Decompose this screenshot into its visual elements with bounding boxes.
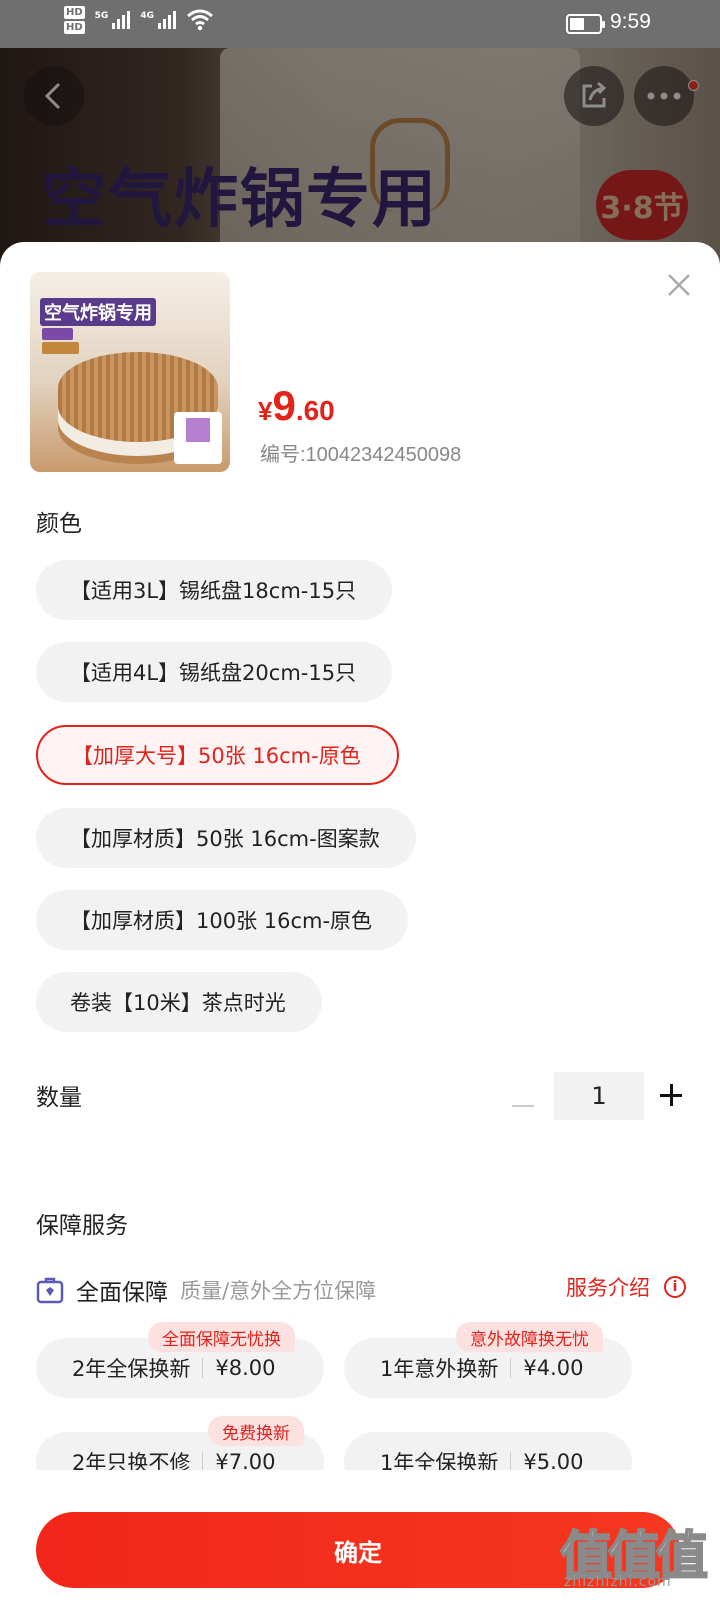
close-icon[interactable]: [666, 272, 692, 298]
quantity-decrease-button[interactable]: [512, 1092, 540, 1120]
service-name: 2年全保换新: [72, 1357, 191, 1381]
hd-indicator: HD HD: [64, 6, 85, 34]
thumbnail-title: 空气炸锅专用: [40, 298, 156, 326]
guarantee-section-title: 保障服务: [36, 1213, 128, 1239]
service-tag: 全面保障无忧换: [148, 1322, 295, 1352]
service-divider: [510, 1358, 512, 1378]
color-option[interactable]: 【加厚材质】50张 16cm-图案款: [36, 808, 416, 868]
service-divider: [202, 1358, 204, 1378]
guarantee-row: 全面保障 质量/意外全方位保障 服务介绍 i: [36, 1272, 686, 1308]
thumbnail-subtag: [42, 342, 79, 354]
sku-selector-sheet: 空气炸锅专用 ¥9.60 编号:10042342450098 颜色 【适用3L】…: [0, 242, 720, 1600]
watermark-url: zhizhizhi.com: [564, 1574, 672, 1590]
quantity-label: 数量: [36, 1085, 82, 1111]
net-label-4g: 4G: [140, 11, 154, 21]
info-icon: i: [664, 1276, 686, 1298]
service-divider: [510, 1452, 512, 1472]
quantity-increase-button[interactable]: [660, 1082, 686, 1108]
color-section-title: 颜色: [36, 511, 82, 537]
product-thumbnail[interactable]: 空气炸锅专用: [30, 272, 230, 472]
guarantee-description: 质量/意外全方位保障: [180, 1279, 377, 1303]
color-option[interactable]: 【加厚材质】100张 16cm-原色: [36, 890, 409, 950]
color-option[interactable]: 卷装【10米】茶点时光: [36, 972, 322, 1032]
service-tag: 意外故障换无忧: [456, 1322, 603, 1352]
service-tag: 免费换新: [208, 1416, 304, 1446]
service-intro-label: 服务介绍: [566, 1276, 650, 1300]
price-integer: 9: [272, 382, 296, 429]
price: ¥9.60: [258, 382, 335, 430]
battery-icon: [566, 14, 605, 34]
price-currency: ¥: [258, 396, 273, 426]
product-sku: 编号:10042342450098: [260, 444, 462, 466]
wifi-icon: [187, 9, 213, 31]
hd-label-1: HD: [64, 6, 85, 19]
watermark: 值值值 zhizhizhi.com: [559, 1514, 710, 1594]
service-price: ¥8.00: [215, 1356, 276, 1380]
status-left: HD HD 5G 4G: [64, 6, 214, 34]
color-option[interactable]: 【适用4L】锡纸盘20cm-15只: [36, 642, 393, 702]
shield-bag-icon: [36, 1277, 64, 1304]
color-option[interactable]: 【适用3L】锡纸盘18cm-15只: [36, 560, 393, 620]
signal-5g-icon: 5G: [95, 11, 131, 29]
service-name: 1年意外换新: [380, 1357, 499, 1381]
color-option-selected[interactable]: 【加厚大号】50张 16cm-原色: [36, 725, 399, 785]
guarantee-name: 全面保障: [76, 1280, 168, 1306]
hd-label-2: HD: [64, 21, 85, 34]
service-intro-link[interactable]: 服务介绍 i: [566, 1272, 686, 1302]
thumbnail-package-image: [174, 412, 222, 464]
status-bar: HD HD 5G 4G 9:59: [0, 0, 720, 48]
service-divider: [202, 1452, 204, 1472]
quantity-input[interactable]: 1: [554, 1072, 644, 1120]
net-label-5g: 5G: [94, 11, 109, 21]
thumbnail-tag: [42, 328, 73, 340]
service-price: ¥4.00: [523, 1356, 584, 1380]
clock: 9:59: [610, 10, 651, 33]
price-decimal: .60: [295, 395, 335, 426]
signal-4g-icon: 4G: [140, 11, 176, 29]
